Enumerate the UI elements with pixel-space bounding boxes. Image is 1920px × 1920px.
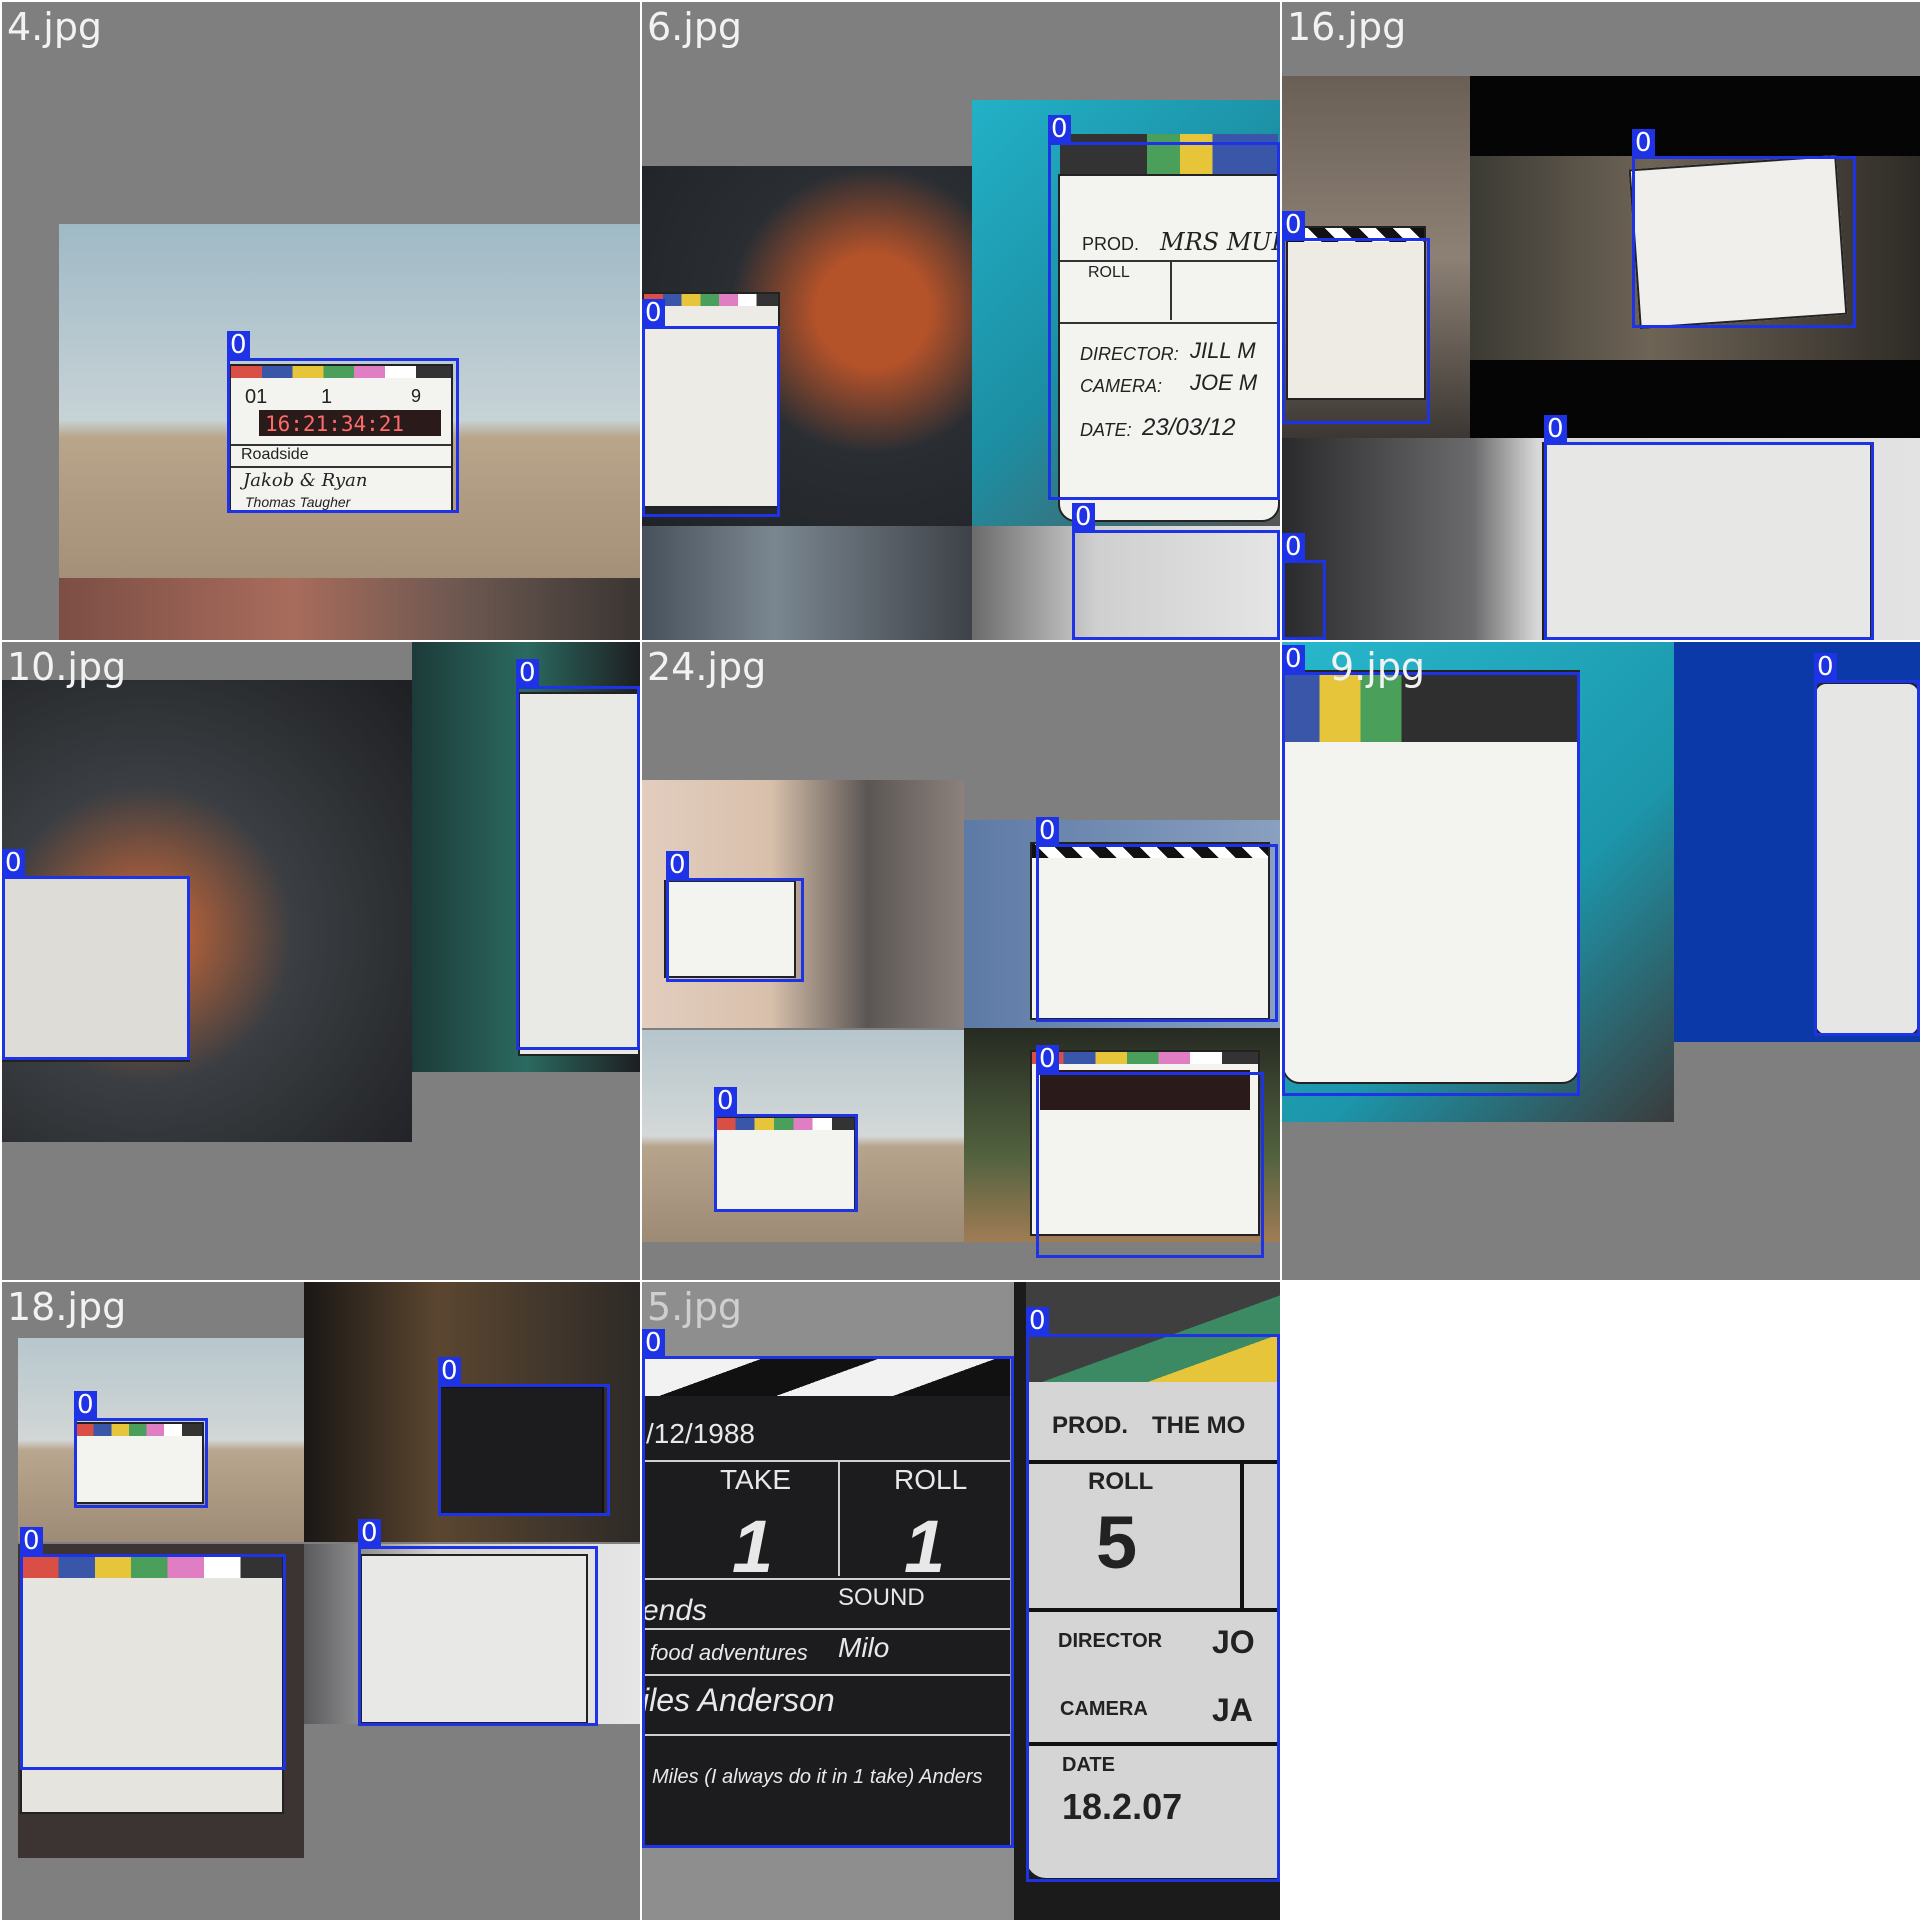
mosaic-tile-18: 18.jpg 0 0 0 0	[2, 1282, 640, 1920]
bbox: 0	[438, 1357, 610, 1516]
bbox: 0	[642, 299, 780, 517]
tile-label: 5.jpg	[647, 1285, 743, 1329]
bbox: 0	[1282, 645, 1580, 1096]
bbox: 0	[358, 1519, 598, 1726]
mosaic-tile-5: /12/1988 TAKE 1 ROLL 1 ends SOUND food a…	[642, 1282, 1280, 1920]
mosaic-tile-6: 6.jpg PROD. MRS MULLER ROLL DIRECTOR: JI…	[642, 2, 1280, 640]
bbox: 0	[516, 659, 640, 1050]
bbox: 0	[1282, 533, 1326, 640]
tile-label: 6.jpg	[647, 5, 743, 49]
bbox: 0	[1282, 211, 1430, 424]
tile-label: 10.jpg	[7, 645, 127, 689]
bbox: 0	[1048, 115, 1280, 500]
photo-strip	[59, 578, 640, 640]
mosaic-tile-16: 16.jpg 0 0 0 0	[1282, 2, 1920, 640]
bbox: 0	[714, 1087, 858, 1212]
tile-label: 16.jpg	[1287, 5, 1407, 49]
tile-label: 4.jpg	[7, 5, 103, 49]
bbox: 0	[642, 1329, 1014, 1848]
mosaic-tile-24: 24.jpg 0 0 0 0	[642, 642, 1280, 1280]
tile-label: 9.jpg	[1330, 645, 1426, 689]
mosaic-tile-4: 4.jpg 01 1 9 16:21:34:21 Roadside Jakob …	[2, 2, 640, 640]
bbox: 0	[2, 849, 190, 1060]
bbox: 0	[1036, 817, 1278, 1022]
bbox: 0	[227, 331, 459, 513]
bbox: 0	[74, 1391, 208, 1508]
mosaic-tile-9: 9.jpg 0 0	[1282, 642, 1920, 1280]
photo-street	[642, 526, 972, 640]
bbox: 0	[1036, 1045, 1264, 1258]
bbox: 0	[1026, 1307, 1280, 1882]
bbox: 0	[1072, 503, 1280, 640]
bbox: 0	[666, 851, 804, 982]
bbox: 0	[1632, 129, 1856, 328]
bbox: 0	[1814, 653, 1920, 1036]
bbox: 0	[20, 1527, 286, 1770]
tile-label: 18.jpg	[7, 1285, 127, 1329]
tile-label: 24.jpg	[647, 645, 767, 689]
mosaic-tile-10: 10.jpg 0 0	[2, 642, 640, 1280]
bbox: 0	[1544, 415, 1874, 640]
